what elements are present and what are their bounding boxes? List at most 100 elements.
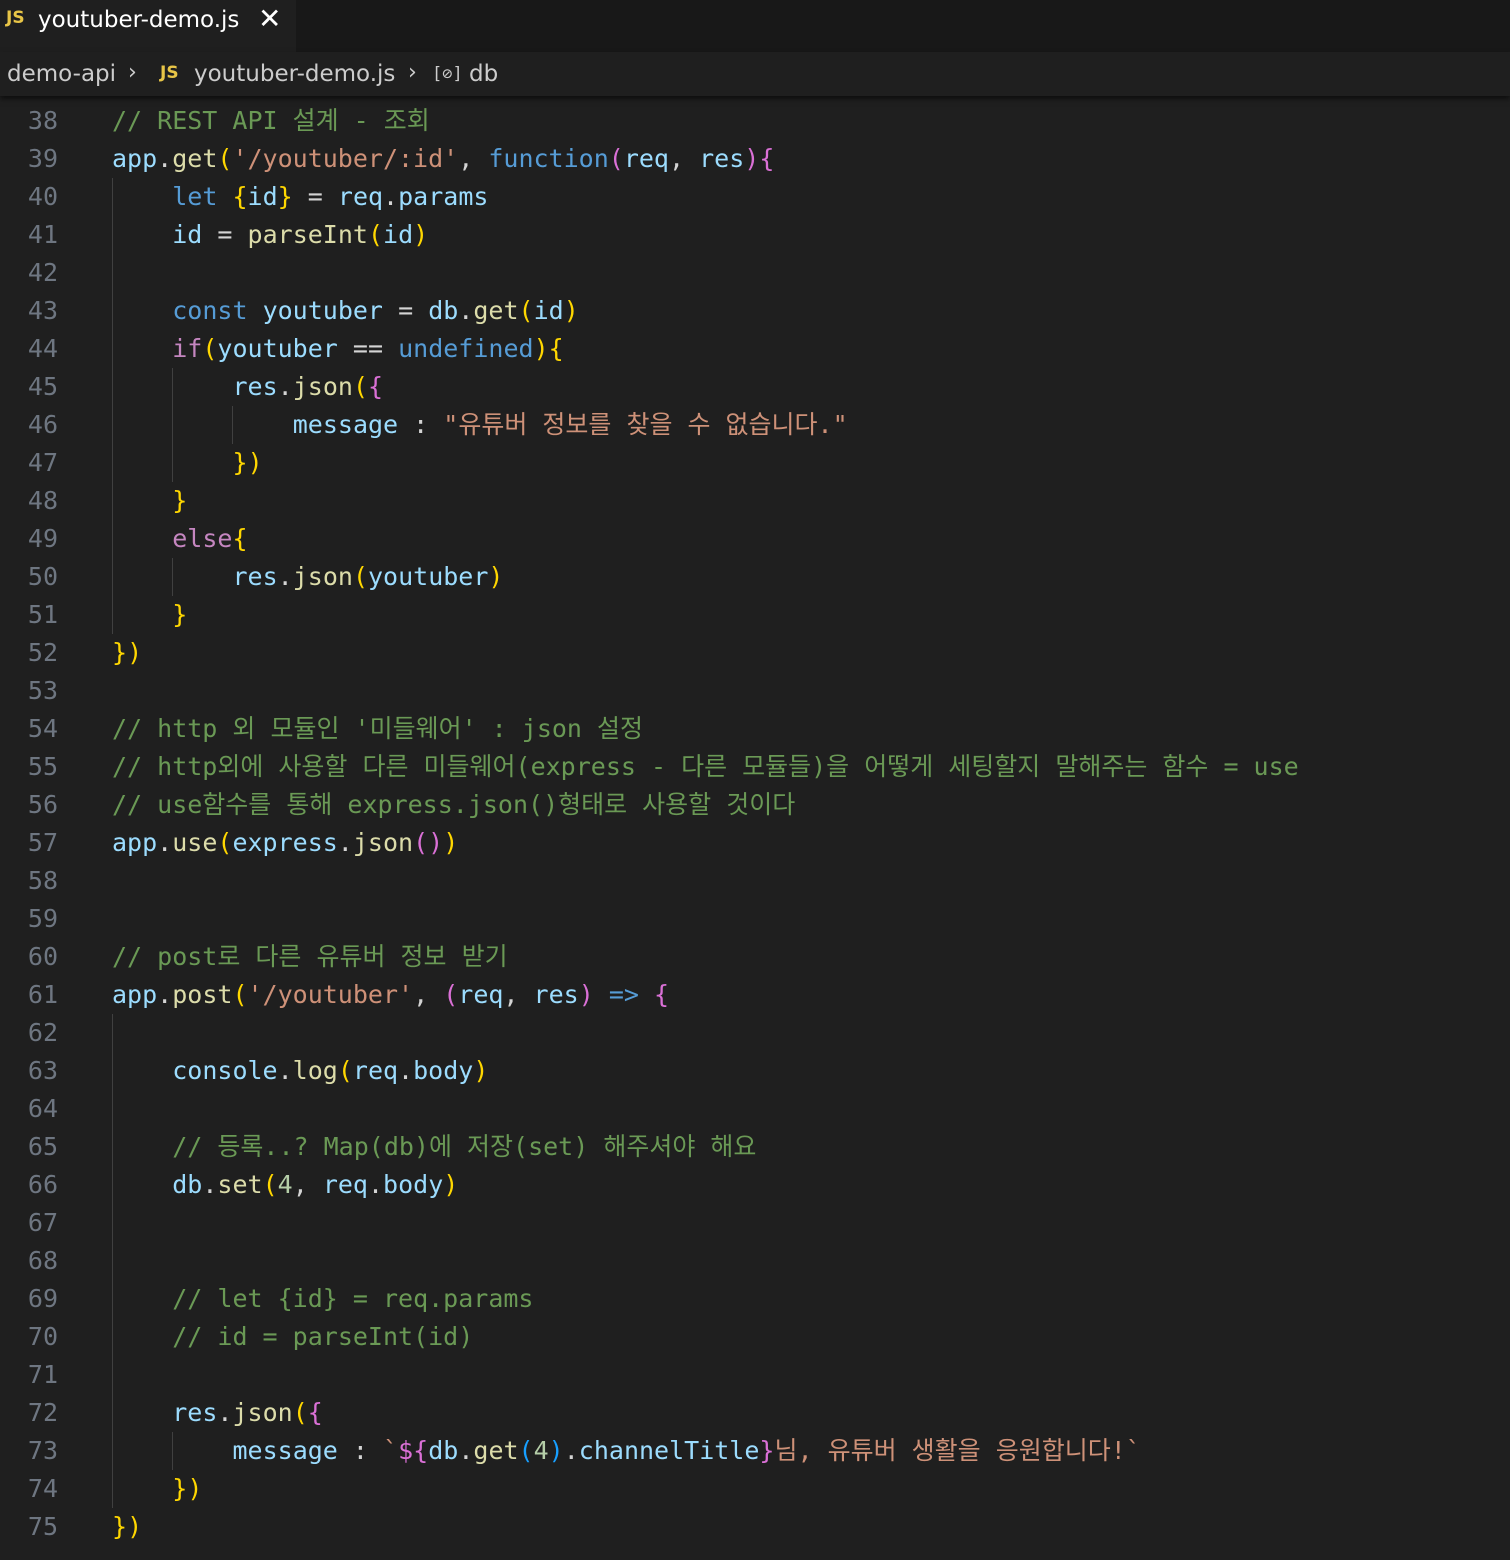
code-text[interactable]: app.post('/youtuber', (req, res) => {: [112, 976, 669, 1014]
code-text[interactable]: // let {id} = req.params: [112, 1280, 533, 1318]
code-line[interactable]: 55 // http외에 사용할 다른 미들웨어(express - 다른 모듈들…: [0, 748, 1510, 786]
code-line[interactable]: 45 res.json({: [0, 368, 1510, 406]
code-line[interactable]: 57 app.use(express.json()): [0, 824, 1510, 862]
line-number: 62: [27, 1018, 58, 1047]
code-line[interactable]: 72 res.json({: [0, 1394, 1510, 1432]
line-number: 70: [27, 1322, 58, 1351]
code-line[interactable]: 58: [0, 862, 1510, 900]
code-text[interactable]: // http외에 사용할 다른 미들웨어(express - 다른 모듈들)을…: [112, 748, 1299, 786]
code-line[interactable]: 47 }): [0, 444, 1510, 482]
code-line[interactable]: 56 // use함수를 통해 express.json()형태로 사용할 것이다: [0, 786, 1510, 824]
line-number: 55: [27, 752, 58, 781]
indent-guide: [232, 406, 233, 444]
code-text[interactable]: console.log(req.body): [112, 1052, 488, 1090]
code-text[interactable]: res.json(youtuber): [112, 558, 504, 596]
line-number: 56: [27, 790, 58, 819]
code-text[interactable]: if(youtuber == undefined){: [112, 330, 563, 368]
code-line[interactable]: 39 app.get('/youtuber/:id', function(req,…: [0, 140, 1510, 178]
code-line[interactable]: 38 // REST API 설계 - 조회: [0, 102, 1510, 140]
code-line[interactable]: 49 else{: [0, 520, 1510, 558]
line-number: 71: [27, 1360, 58, 1389]
line-number: 58: [27, 866, 58, 895]
code-line[interactable]: 67: [0, 1204, 1510, 1242]
code-text[interactable]: // 등록..? Map(db)에 저장(set) 해주셔야 해요: [112, 1128, 756, 1166]
code-line[interactable]: 42: [0, 254, 1510, 292]
code-line[interactable]: 46 message : "유튜버 정보를 찾을 수 없습니다.": [0, 406, 1510, 444]
line-number: 53: [27, 676, 58, 705]
indent-guide: [172, 1432, 173, 1470]
code-line[interactable]: 69 // let {id} = req.params: [0, 1280, 1510, 1318]
code-line[interactable]: 54 // http 외 모듈인 '미들웨어' : json 설정: [0, 710, 1510, 748]
javascript-file-icon: JS: [160, 63, 179, 83]
code-text[interactable]: }): [112, 634, 142, 672]
code-line[interactable]: 61 app.post('/youtuber', (req, res) => {: [0, 976, 1510, 1014]
code-text[interactable]: // post로 다른 유튜버 정보 받기: [112, 938, 508, 976]
chevron-right-icon: ›: [408, 60, 417, 85]
code-line[interactable]: 66 db.set(4, req.body): [0, 1166, 1510, 1204]
line-number: 67: [27, 1208, 58, 1237]
code-line[interactable]: 60 // post로 다른 유튜버 정보 받기: [0, 938, 1510, 976]
code-line[interactable]: 75}): [0, 1508, 1510, 1546]
line-number: 72: [27, 1398, 58, 1427]
line-number: 46: [27, 410, 58, 439]
indent-guide: [172, 558, 173, 596]
variable-symbol-icon: [⊘]: [432, 64, 463, 84]
editor-tab-youtuber-demo[interactable]: JS youtuber-demo.js ✕: [0, 0, 296, 52]
code-text[interactable]: id = parseInt(id): [112, 216, 428, 254]
line-number: 48: [27, 486, 58, 515]
code-text[interactable]: app.use(express.json()): [112, 824, 458, 862]
indent-guide: [172, 368, 173, 482]
code-text[interactable]: }: [112, 482, 187, 520]
code-line[interactable]: 51 }: [0, 596, 1510, 634]
code-line[interactable]: 53: [0, 672, 1510, 710]
code-text[interactable]: message : `${db.get(4).channelTitle}님, 유…: [112, 1432, 1141, 1470]
code-line[interactable]: 63 console.log(req.body): [0, 1052, 1510, 1090]
code-text[interactable]: }: [112, 596, 187, 634]
code-line[interactable]: 41 id = parseInt(id): [0, 216, 1510, 254]
breadcrumb-file[interactable]: youtuber-demo.js: [194, 61, 395, 87]
code-text[interactable]: // REST API 설계 - 조회: [112, 102, 430, 140]
code-line[interactable]: 52}): [0, 634, 1510, 672]
line-number: 57: [27, 828, 58, 857]
code-line[interactable]: 43 const youtuber = db.get(id): [0, 292, 1510, 330]
line-number: 73: [27, 1436, 58, 1465]
code-line[interactable]: 50 res.json(youtuber): [0, 558, 1510, 596]
code-text[interactable]: message : "유튜버 정보를 찾을 수 없습니다.": [112, 406, 848, 444]
code-text[interactable]: // id = parseInt(id): [112, 1318, 473, 1356]
code-line[interactable]: 40 let {id} = req.params: [0, 178, 1510, 216]
code-text[interactable]: // http 외 모듈인 '미들웨어' : json 설정: [112, 710, 643, 748]
code-line[interactable]: 73 message : `${db.get(4).channelTitle}님…: [0, 1432, 1510, 1470]
code-line[interactable]: 68: [0, 1242, 1510, 1280]
code-text[interactable]: }): [112, 1508, 142, 1546]
code-line[interactable]: 65 // 등록..? Map(db)에 저장(set) 해주셔야 해요: [0, 1128, 1510, 1166]
close-icon[interactable]: ✕: [258, 2, 281, 35]
code-text[interactable]: res.json({: [112, 1394, 323, 1432]
indent-guide: [112, 1014, 113, 1508]
code-text[interactable]: }): [112, 1470, 202, 1508]
code-text[interactable]: let {id} = req.params: [112, 178, 488, 216]
code-line[interactable]: 44 if(youtuber == undefined){: [0, 330, 1510, 368]
code-line[interactable]: 64: [0, 1090, 1510, 1128]
code-text[interactable]: }): [112, 444, 263, 482]
code-text[interactable]: res.json({: [112, 368, 384, 406]
code-line[interactable]: 62: [0, 1014, 1510, 1052]
line-number: 74: [27, 1474, 58, 1503]
code-text[interactable]: // use함수를 통해 express.json()형태로 사용할 것이다: [112, 786, 795, 824]
code-text[interactable]: const youtuber = db.get(id): [112, 292, 579, 330]
code-line[interactable]: 59: [0, 900, 1510, 938]
code-line[interactable]: 71: [0, 1356, 1510, 1394]
code-text[interactable]: app.get('/youtuber/:id', function(req, r…: [112, 140, 774, 178]
code-line[interactable]: 74 }): [0, 1470, 1510, 1508]
line-number: 64: [27, 1094, 58, 1123]
line-number: 49: [27, 524, 58, 553]
breadcrumb: demo-api › JS youtuber-demo.js › [⊘] db: [0, 52, 1510, 96]
code-line[interactable]: 48 }: [0, 482, 1510, 520]
breadcrumb-symbol[interactable]: db: [469, 61, 498, 87]
breadcrumb-folder[interactable]: demo-api: [7, 61, 116, 87]
indent-guide: [112, 178, 113, 634]
code-text[interactable]: else{: [112, 520, 247, 558]
line-number: 42: [27, 258, 58, 287]
javascript-file-icon: JS: [6, 8, 25, 28]
code-line[interactable]: 70 // id = parseInt(id): [0, 1318, 1510, 1356]
code-text[interactable]: db.set(4, req.body): [112, 1166, 458, 1204]
